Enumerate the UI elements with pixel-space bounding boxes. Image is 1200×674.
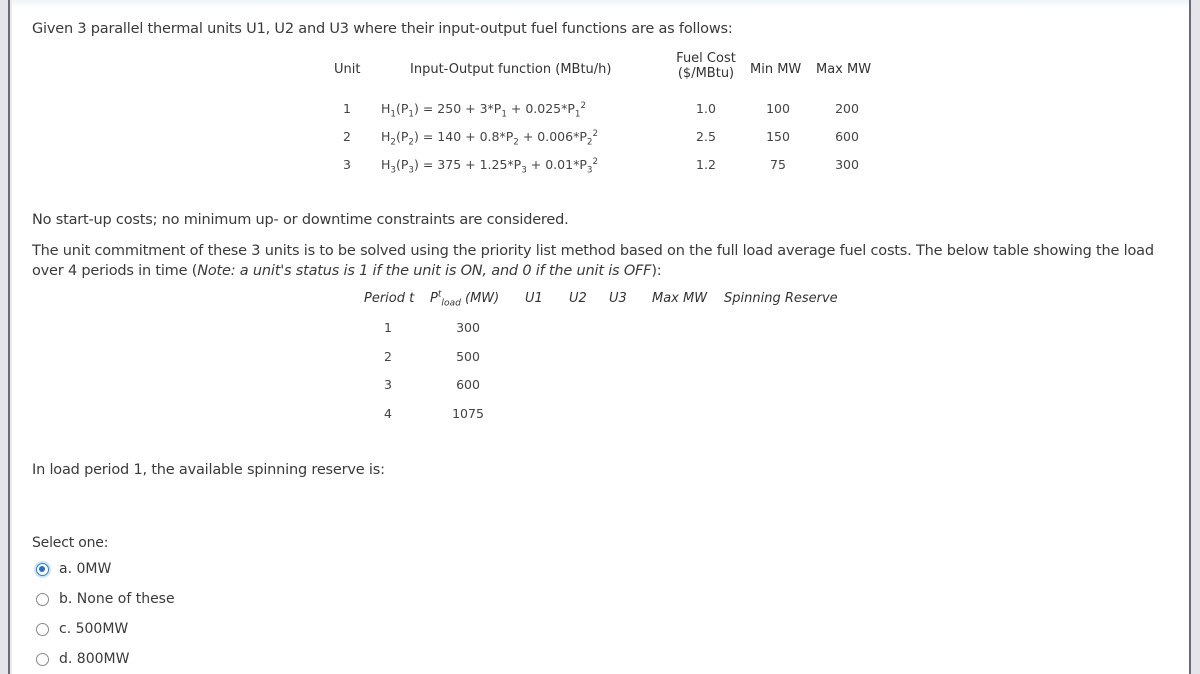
load: 600: [456, 377, 480, 392]
radio-unchecked-icon[interactable]: [36, 622, 49, 636]
unit-number: 3: [343, 157, 351, 172]
option-label: d. 800MW: [59, 651, 130, 667]
period: 3: [384, 377, 392, 392]
fn-coef-a: 140: [437, 129, 462, 144]
fn-index: 1: [408, 109, 414, 120]
fn-index: 3: [390, 165, 396, 176]
load: 1075: [452, 406, 484, 421]
period: 2: [384, 349, 392, 364]
fn-symbol: H: [381, 101, 391, 116]
radio-unchecked-icon[interactable]: [36, 592, 49, 606]
header-fuel-cost-line2: ($/MBtu): [677, 66, 735, 81]
fn-index: 1: [574, 109, 581, 120]
header-fuel-cost-line1: Fuel Cost: [676, 51, 736, 66]
header-fuel-cost: Fuel Cost ($/MBtu): [666, 51, 746, 81]
header-u3: U3: [609, 291, 627, 306]
header-pload: Ptload (MW): [430, 290, 500, 309]
max-mw: 600: [835, 129, 859, 144]
fn-index: 3: [408, 165, 414, 176]
min-mw: 75: [770, 157, 786, 172]
option-a[interactable]: a. 0MW: [36, 558, 111, 580]
fuel-function: H1(P1) = 250 + 3*P1 + 0.025*P12: [381, 100, 587, 120]
fn-coef-b: 3: [479, 101, 488, 116]
header-min-mw: Min MW: [750, 62, 802, 77]
unit-number: 1: [343, 101, 351, 116]
max-mw: 300: [835, 157, 859, 172]
header-max-mw: Max MW: [816, 62, 872, 77]
fn-index: 2: [586, 137, 593, 148]
paragraph-note: Note: a unit's status is 1 if the unit i…: [197, 263, 652, 279]
fn-index: 3: [521, 165, 527, 176]
fn-coef-c: 0.006: [537, 129, 574, 144]
fn-coef-b: 1.25: [479, 157, 508, 172]
load: 500: [456, 349, 480, 364]
fuel-function: H2(P2) = 140 + 0.8*P2 + 0.006*P22: [381, 128, 599, 148]
intro-text: Given 3 parallel thermal units U1, U2 an…: [32, 21, 733, 37]
fn-index: 1: [501, 109, 507, 120]
load: 300: [456, 320, 480, 335]
option-label: a. 0MW: [59, 561, 112, 577]
fn-index: 2: [408, 137, 414, 148]
header-function: Input-Output function (MBtu/h): [410, 62, 612, 77]
fn-coef-b: 0.8: [479, 129, 500, 144]
pload-unit: (MW): [460, 291, 500, 306]
option-label: b. None of these: [59, 591, 175, 607]
header-unit: Unit: [334, 62, 361, 77]
fn-coef-c: 0.01: [545, 157, 574, 172]
period: 1: [384, 320, 392, 335]
fn-coef-a: 250: [437, 101, 462, 116]
header-u1: U1: [525, 291, 543, 306]
option-label: c. 500MW: [59, 621, 129, 637]
unit-number: 2: [343, 129, 351, 144]
fn-index: 1: [390, 109, 396, 120]
pload-symbol: P: [430, 291, 438, 306]
fn-coef-c: 0.025: [525, 101, 562, 116]
fn-index: 3: [586, 165, 593, 176]
min-mw: 100: [766, 101, 790, 116]
header-period: Period t: [364, 291, 415, 306]
fuel-cost: 1.0: [696, 101, 716, 116]
fuel-cost: 2.5: [696, 129, 716, 144]
right-scrollbar-area: [1189, 0, 1200, 674]
fn-symbol: H: [381, 157, 391, 172]
min-mw: 150: [766, 129, 790, 144]
paragraph-end: ):: [651, 263, 662, 279]
option-d[interactable]: d. 800MW: [36, 648, 129, 670]
constraints-note: No start-up costs; no minimum up- or dow…: [32, 212, 569, 228]
left-frame: [0, 0, 10, 674]
top-band: [12, 0, 1189, 8]
fn-index: 2: [390, 137, 396, 148]
pload-sub: load: [441, 298, 461, 309]
radio-unchecked-icon[interactable]: [36, 652, 49, 666]
header-max-mw: Max MW: [652, 291, 708, 306]
period: 4: [384, 406, 392, 421]
fuel-cost: 1.2: [696, 157, 716, 172]
header-u2: U2: [569, 291, 587, 306]
question-text: In load period 1, the available spinning…: [32, 462, 385, 478]
option-b[interactable]: b. None of these: [36, 588, 175, 610]
radio-checked-icon[interactable]: [36, 562, 49, 576]
question-page: Given 3 parallel thermal units U1, U2 an…: [12, 0, 1189, 674]
option-c[interactable]: c. 500MW: [36, 618, 128, 640]
fn-symbol: H: [381, 129, 391, 144]
fn-coef-a: 375: [437, 157, 462, 172]
header-spinning-reserve: Spinning Reserve: [724, 291, 838, 306]
fn-index: 2: [513, 137, 519, 148]
fuel-function: H3(P3) = 375 + 1.25*P3 + 0.01*P32: [381, 156, 599, 176]
problem-paragraph: The unit commitment of these 3 units is …: [32, 241, 1182, 281]
select-one-label: Select one:: [32, 535, 109, 551]
max-mw: 200: [835, 101, 859, 116]
